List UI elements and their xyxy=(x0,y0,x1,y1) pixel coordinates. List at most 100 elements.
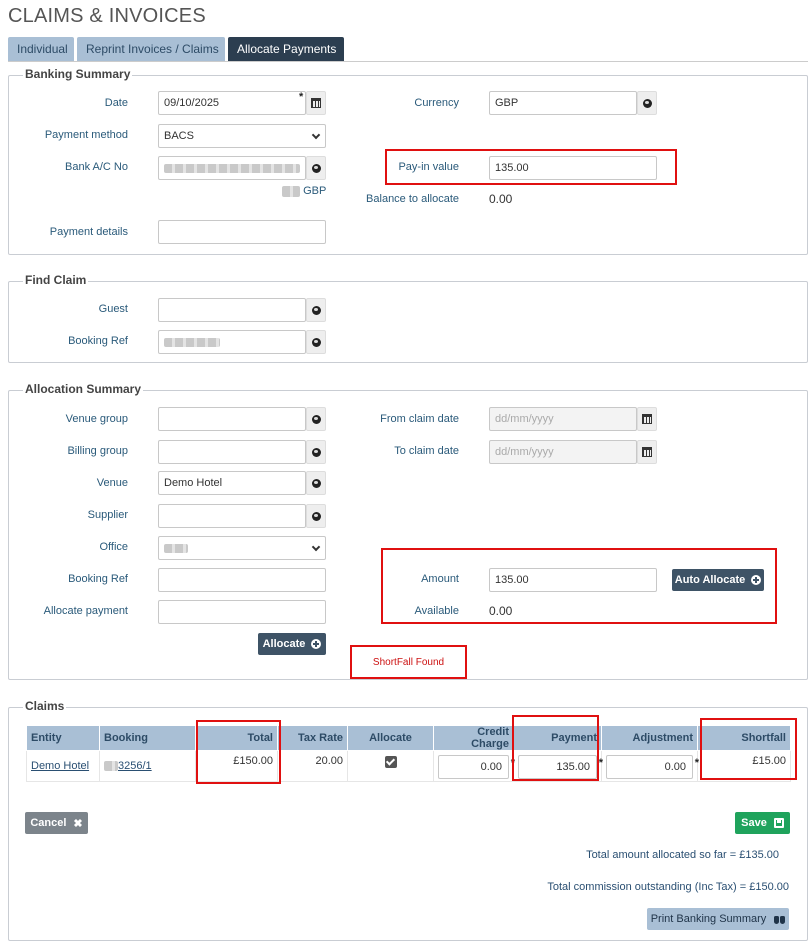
allocation-summary-panel: Allocation Summary xyxy=(8,382,808,680)
balance-label: Balance to allocate xyxy=(366,193,459,205)
bank-ac-lookup-button[interactable] xyxy=(306,156,326,180)
adjustment-input[interactable]: 0.00 * xyxy=(606,755,699,779)
find-claim-panel: Find Claim xyxy=(8,273,808,363)
allocate-payment-input[interactable] xyxy=(158,600,326,624)
tab-allocate-payments[interactable]: Allocate Payments xyxy=(228,37,344,61)
page-title: CLAIMS & INVOICES xyxy=(8,5,206,27)
date-calendar-button[interactable] xyxy=(306,91,326,115)
cell-credit-charge: 0.00 * xyxy=(433,750,515,782)
cell-tax-rate: 20.00 xyxy=(277,750,348,782)
cell-entity: Demo Hotel xyxy=(26,750,100,782)
alloc-booking-ref-label: Booking Ref xyxy=(68,573,128,585)
highlight-box xyxy=(381,548,777,624)
redacted-value xyxy=(104,761,118,772)
col-allocate[interactable]: Allocate xyxy=(347,725,434,751)
credit-charge-value: 0.00 xyxy=(480,761,502,773)
booking-link[interactable]: 3256/1 xyxy=(104,760,152,772)
tab-individual[interactable]: Individual xyxy=(8,37,74,61)
allocate-checkbox[interactable] xyxy=(384,756,397,768)
from-date-label: From claim date xyxy=(380,413,459,425)
redacted-value xyxy=(164,543,188,553)
entity-link[interactable]: Demo Hotel xyxy=(31,760,89,772)
supplier-lookup-button[interactable] xyxy=(306,504,326,528)
globe-icon xyxy=(311,305,321,315)
col-tax-rate[interactable]: Tax Rate xyxy=(277,725,348,751)
globe-icon xyxy=(311,163,321,173)
bank-ac-label: Bank A/C No xyxy=(65,161,128,173)
credit-charge-input[interactable]: 0.00 * xyxy=(438,755,515,779)
required-star: * xyxy=(598,757,603,769)
col-booking[interactable]: Booking xyxy=(99,725,196,751)
redacted-value xyxy=(164,337,220,347)
highlight-box xyxy=(385,149,677,185)
claims-table: Entity Booking Total Tax Rate Allocate C… xyxy=(26,725,791,782)
to-date-calendar-button[interactable] xyxy=(637,440,657,464)
redacted-value xyxy=(282,185,300,197)
print-banking-summary-label: Print Banking Summary xyxy=(650,913,767,925)
find-booking-ref-label: Booking Ref xyxy=(68,335,128,347)
banking-summary-legend: Banking Summary xyxy=(23,67,133,81)
currency-input[interactable]: GBP xyxy=(489,91,637,115)
cancel-button-label: Cancel xyxy=(30,817,67,829)
payment-method-value: BACS xyxy=(164,130,194,142)
booking-link-text: 3256/1 xyxy=(118,760,152,772)
col-adjustment[interactable]: Adjustment xyxy=(601,725,698,751)
claims-header-row: Entity Booking Total Tax Rate Allocate C… xyxy=(26,725,791,751)
venue-input[interactable]: Demo Hotel xyxy=(158,471,306,495)
venue-label: Venue xyxy=(96,477,128,489)
globe-icon xyxy=(311,414,321,424)
currency-lookup-button[interactable] xyxy=(637,91,657,115)
allocation-summary-legend: Allocation Summary xyxy=(23,382,144,396)
allocate-payment-label: Allocate payment xyxy=(43,605,128,617)
save-icon xyxy=(773,818,784,828)
highlight-box xyxy=(512,715,599,781)
globe-icon xyxy=(311,511,321,521)
col-entity[interactable]: Entity xyxy=(26,725,100,751)
allocate-button-label: Allocate xyxy=(262,638,306,650)
venue-group-input[interactable] xyxy=(158,407,306,431)
close-icon: ✖ xyxy=(73,817,83,830)
guest-input[interactable] xyxy=(158,298,306,322)
guest-lookup-button[interactable] xyxy=(306,298,326,322)
table-row: Demo Hotel 3256/1 £150.00 20.00 0.00 * 13… xyxy=(26,750,791,782)
required-star: * xyxy=(299,91,304,103)
from-date-input[interactable]: dd/mm/yyyy xyxy=(489,407,637,431)
calendar-icon xyxy=(311,98,321,108)
to-date-label: To claim date xyxy=(394,445,459,457)
col-credit-charge[interactable]: Credit Charge xyxy=(433,725,514,751)
find-booking-ref-input[interactable] xyxy=(158,330,306,354)
billing-group-lookup-button[interactable] xyxy=(306,440,326,464)
cancel-button[interactable]: Cancel ✖ xyxy=(25,812,88,834)
currency-label: Currency xyxy=(414,97,459,109)
print-banking-summary-button[interactable]: Print Banking Summary xyxy=(647,908,789,930)
payment-details-input[interactable] xyxy=(158,220,326,244)
allocate-button[interactable]: Allocate xyxy=(258,633,326,655)
date-label: Date xyxy=(104,97,128,109)
billing-group-input[interactable] xyxy=(158,440,306,464)
save-button-label: Save xyxy=(741,817,767,829)
to-date-input[interactable]: dd/mm/yyyy xyxy=(489,440,637,464)
venue-lookup-button[interactable] xyxy=(306,471,326,495)
payment-method-select[interactable]: BACS xyxy=(158,124,326,148)
required-star: * xyxy=(694,757,699,769)
bank-ac-input[interactable] xyxy=(158,156,306,180)
save-button[interactable]: Save xyxy=(735,812,790,834)
office-select[interactable] xyxy=(158,536,326,560)
alloc-booking-ref-input[interactable] xyxy=(158,568,326,592)
booking-ref-lookup-button[interactable] xyxy=(306,330,326,354)
chevron-down-icon xyxy=(311,542,321,552)
total-commission-text: Total commission outstanding (Inc Tax) =… xyxy=(547,881,789,893)
supplier-input[interactable] xyxy=(158,504,306,528)
tab-reprint-invoices[interactable]: Reprint Invoices / Claims xyxy=(77,37,225,61)
shortfall-message: ShortFall Found xyxy=(372,657,445,668)
payment-method-label: Payment method xyxy=(44,129,128,141)
highlight-box xyxy=(196,720,281,784)
binoculars-icon xyxy=(774,914,786,924)
from-date-calendar-button[interactable] xyxy=(637,407,657,431)
venue-group-lookup-button[interactable] xyxy=(306,407,326,431)
claims-legend: Claims xyxy=(23,699,67,713)
plus-circle-icon xyxy=(311,639,322,649)
globe-icon xyxy=(311,447,321,457)
date-input[interactable]: 09/10/2025 xyxy=(158,91,306,115)
balance-value: 0.00 xyxy=(489,192,513,206)
